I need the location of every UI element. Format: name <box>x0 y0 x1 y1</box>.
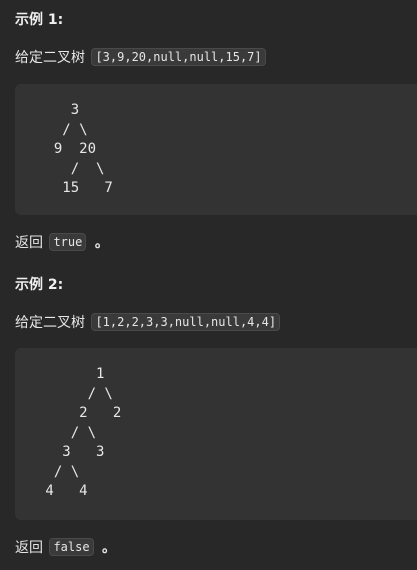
given-label: 给定二叉树 <box>15 50 85 66</box>
return-value: false <box>49 538 94 556</box>
return-value: true <box>49 233 87 251</box>
return-label: 返回 <box>15 540 43 556</box>
example-2-return-line: 返回 false 。 <box>15 537 116 559</box>
tree-diagram: 1 / \ 2 2 / \ 3 3 / \ 4 4 <box>45 366 122 499</box>
example-1-heading: 示例 1: <box>15 12 64 28</box>
period: 。 <box>102 540 117 556</box>
example-1-tree-codeblock: 3 / \ 9 20 / \ 15 7 <box>15 84 417 215</box>
example-2-tree-codeblock: 1 / \ 2 2 / \ 3 3 / \ 4 4 <box>15 348 417 520</box>
example-1-given-line: 给定二叉树 [3,9,20,null,null,15,7] <box>15 47 268 69</box>
given-label: 给定二叉树 <box>15 315 85 331</box>
given-tree-array: [3,9,20,null,null,15,7] <box>91 48 266 66</box>
given-tree-array: [1,2,2,3,3,null,null,4,4] <box>91 313 281 331</box>
example-2-heading: 示例 2: <box>15 277 64 293</box>
period: 。 <box>94 235 109 251</box>
return-label: 返回 <box>15 235 43 251</box>
example-1-return-line: 返回 true 。 <box>15 232 109 254</box>
example-2-given-line: 给定二叉树 [1,2,2,3,3,null,null,4,4] <box>15 312 282 334</box>
tree-diagram: 3 / \ 9 20 / \ 15 7 <box>53 102 113 196</box>
